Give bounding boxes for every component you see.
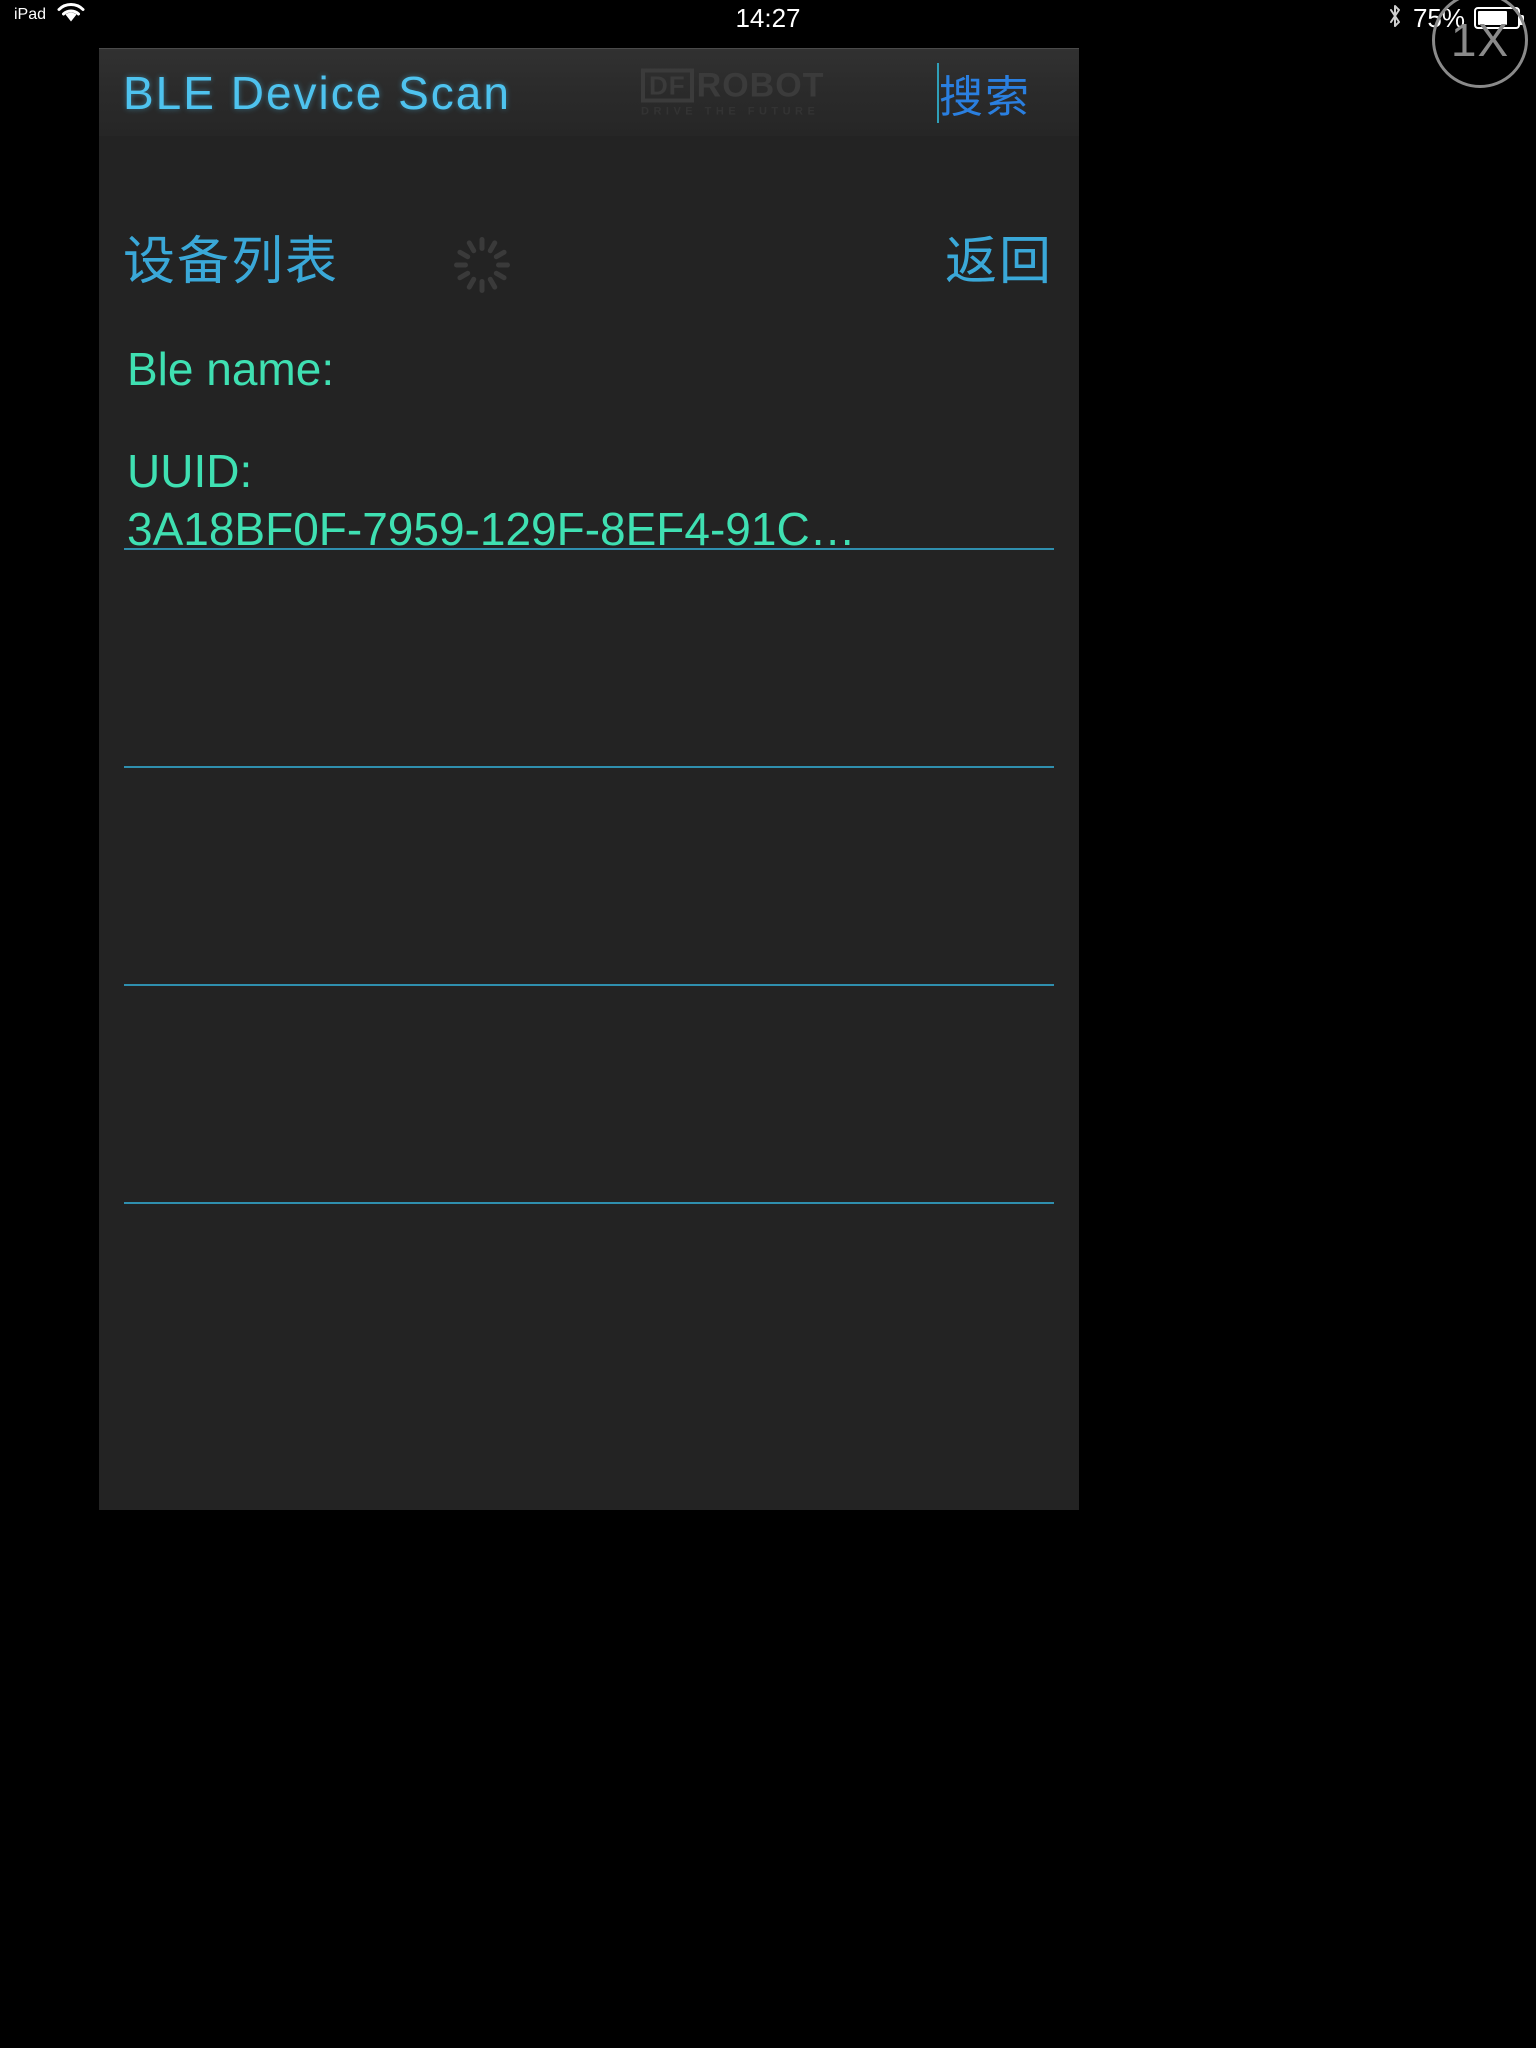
device-uuid-label: UUID: [127,445,253,497]
device-ble-name [127,550,1051,558]
app-header-bar: BLE Device Scan DF ROBOT DRIVE THE FUTUR… [99,48,1079,136]
device-uuid-label [127,558,1051,602]
app-content: 设备列表 返回 Ble name: UUID: 3A18BF0F-7959-12… [99,136,1079,1510]
zoom-level-badge[interactable]: 1X [1432,0,1528,88]
app-window: BLE Device Scan DF ROBOT DRIVE THE FUTUR… [99,48,1079,1510]
device-ble-name [127,768,1051,776]
bluetooth-icon [1386,2,1404,35]
device-list-item[interactable] [124,550,1054,768]
ios-status-bar: iPad 14:27 75% [0,0,1536,36]
dfrobot-tagline: DRIVE THE FUTURE [641,105,820,117]
device-list-item[interactable] [124,986,1054,1204]
device-ble-name [127,986,1051,994]
dfrobot-robot-mark: ROBOT [696,66,825,104]
device-list-title: 设备列表 [123,233,340,291]
dfrobot-df-mark: DF [641,68,694,102]
dfrobot-wordmark: DF ROBOT [641,68,824,102]
search-button[interactable]: 搜索 [939,61,1031,125]
device-uuid-label [127,776,1051,820]
dfrobot-logo: DF ROBOT DRIVE THE FUTURE [641,68,824,117]
loading-spinner-icon [451,234,513,296]
zoom-level-label: 1X [1450,14,1510,66]
page-title: BLE Device Scan [123,66,511,119]
device-list-item[interactable] [124,768,1054,986]
device-ble-name: Ble name: [127,343,335,395]
device-list-header: 设备列表 返回 [99,226,1079,316]
device-list-item[interactable]: Ble name: UUID: 3A18BF0F-7959-129F-8EF4-… [124,332,1054,555]
status-bar-clock: 14:27 [735,3,801,33]
device-uuid-label [127,994,1051,1038]
back-button[interactable]: 返回 [945,226,1053,298]
device-list: Ble name: UUID: 3A18BF0F-7959-129F-8EF4-… [99,332,1079,1204]
